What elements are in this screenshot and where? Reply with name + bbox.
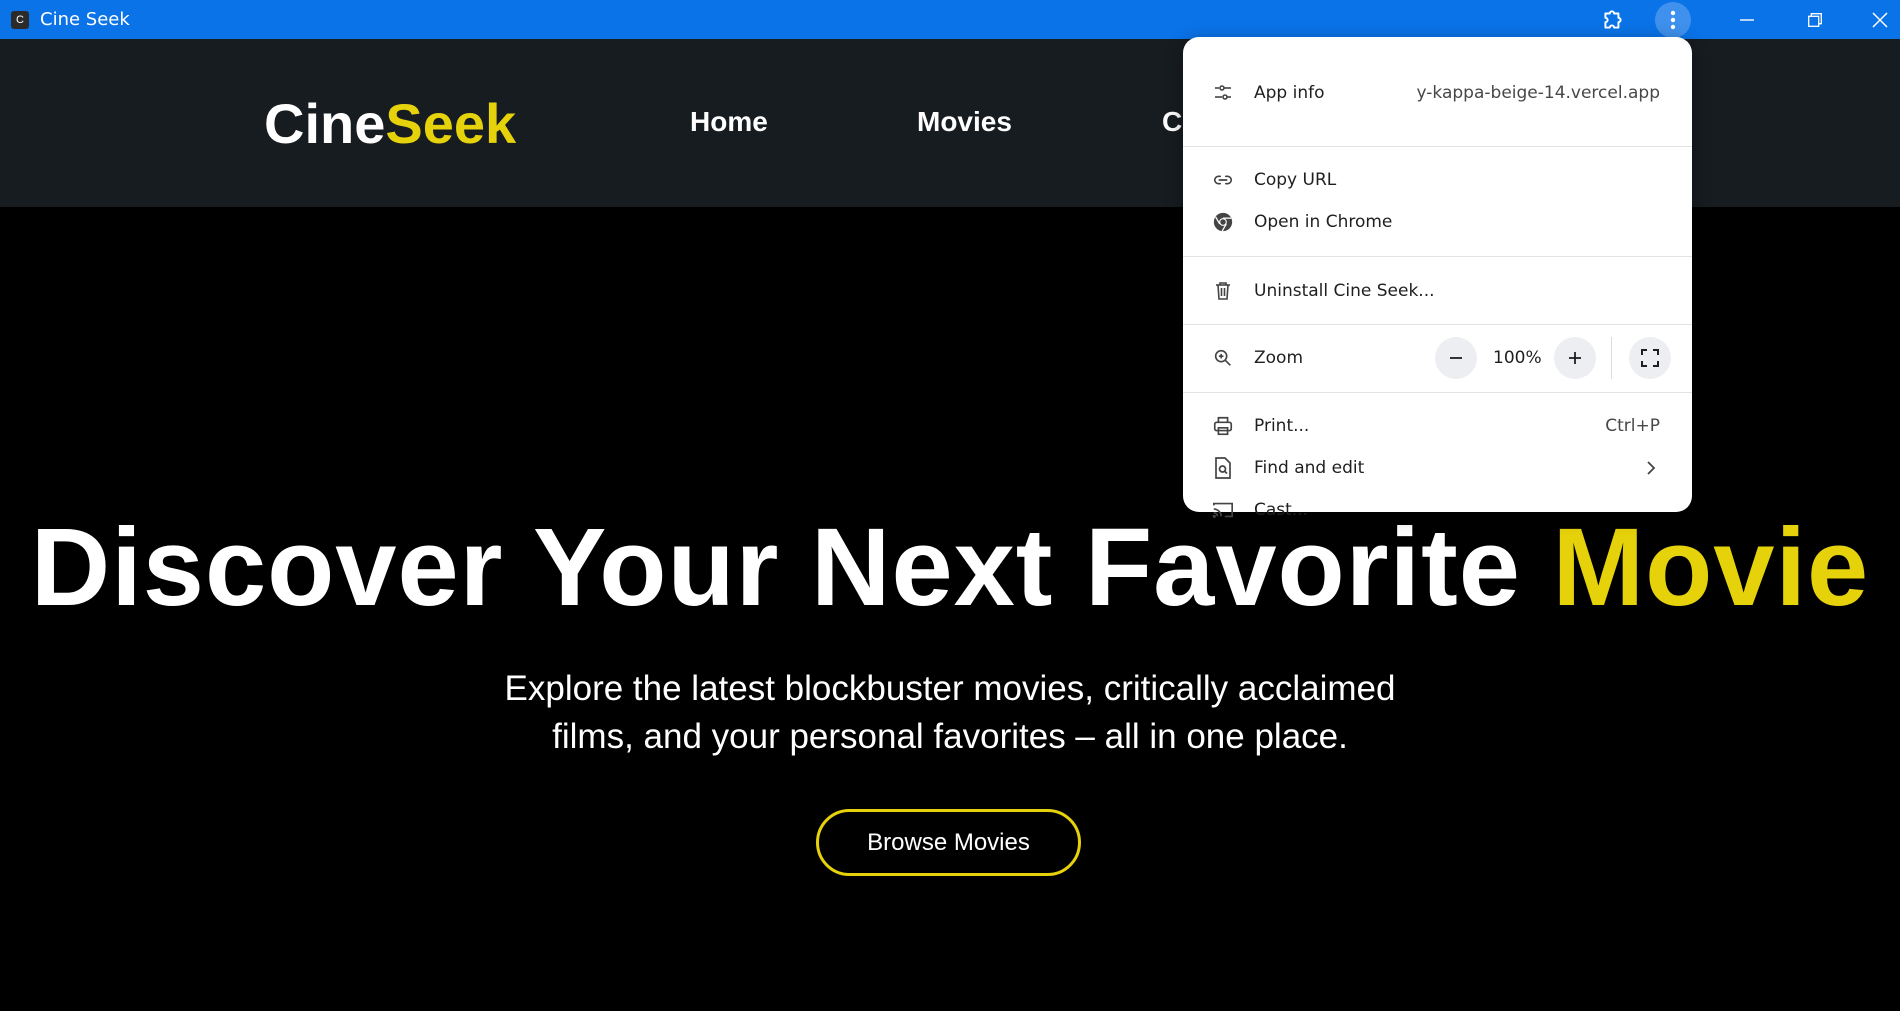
restore-icon — [1808, 12, 1822, 27]
window-title: Cine Seek — [40, 9, 130, 30]
zoom-divider — [1611, 337, 1612, 379]
menu-item-open-in-chrome[interactable]: Open in Chrome — [1183, 201, 1692, 243]
chevron-right-icon — [1646, 461, 1656, 475]
find-and-edit-label: Find and edit — [1254, 458, 1365, 478]
app-info-icon — [1212, 82, 1234, 104]
print-shortcut: Ctrl+P — [1605, 416, 1660, 436]
menu-item-cast[interactable]: Cast... — [1183, 489, 1692, 531]
minimize-button[interactable] — [1724, 0, 1770, 39]
open-in-chrome-label: Open in Chrome — [1254, 212, 1393, 232]
minus-icon — [1449, 351, 1463, 365]
zoom-in-button[interactable] — [1554, 337, 1596, 379]
menu-item-app-info[interactable]: App info y-kappa-beige-14.vercel.app — [1183, 72, 1692, 114]
fullscreen-icon — [1641, 349, 1659, 367]
hero-subtitle-line2: films, and your personal favorites – all… — [552, 717, 1348, 756]
nav-home[interactable]: Home — [690, 106, 768, 138]
app-icon: C — [11, 11, 29, 29]
extensions-button[interactable] — [1593, 0, 1633, 39]
copy-url-label: Copy URL — [1254, 170, 1337, 190]
restore-button[interactable] — [1792, 0, 1838, 39]
app-menu: App info y-kappa-beige-14.vercel.app Cop… — [1183, 37, 1692, 520]
menu-divider — [1183, 392, 1692, 393]
minimize-icon — [1740, 13, 1754, 27]
chrome-icon — [1212, 211, 1234, 233]
browse-movies-button[interactable]: Browse Movies — [816, 809, 1081, 876]
app-menu-button[interactable] — [1653, 0, 1693, 39]
cast-label: Cast... — [1254, 500, 1309, 520]
menu-divider — [1183, 146, 1692, 147]
app-info-label: App info — [1254, 83, 1325, 103]
window-titlebar: C Cine Seek — [0, 0, 1900, 39]
menu-item-find-and-edit[interactable]: Find and edit — [1183, 447, 1692, 489]
menu-item-print[interactable]: Print... Ctrl+P — [1183, 405, 1692, 447]
site-logo[interactable]: CineSeek — [264, 91, 516, 156]
zoom-out-button[interactable] — [1435, 337, 1477, 379]
cast-icon — [1212, 499, 1234, 521]
nav-movies[interactable]: Movies — [917, 106, 1012, 138]
zoom-level: 100% — [1493, 348, 1542, 368]
menu-divider — [1183, 324, 1692, 325]
print-label: Print... — [1254, 416, 1310, 436]
menu-divider — [1183, 256, 1692, 257]
find-page-icon — [1212, 457, 1234, 479]
hero-subtitle: Explore the latest blockbuster movies, c… — [450, 665, 1450, 761]
kebab-menu-icon — [1670, 10, 1676, 30]
logo-accent: Seek — [385, 92, 517, 155]
printer-icon — [1212, 415, 1234, 437]
logo-primary: Cine — [264, 92, 386, 155]
link-icon — [1212, 169, 1234, 191]
menu-item-uninstall[interactable]: Uninstall Cine Seek... — [1183, 270, 1692, 312]
close-icon — [1872, 11, 1888, 28]
fullscreen-button[interactable] — [1629, 337, 1671, 379]
trash-icon — [1212, 280, 1234, 302]
plus-icon — [1568, 351, 1582, 365]
zoom-label: Zoom — [1254, 348, 1304, 368]
zoom-icon — [1212, 347, 1234, 369]
menu-item-copy-url[interactable]: Copy URL — [1183, 159, 1692, 201]
hero-subtitle-line1: Explore the latest blockbuster movies, c… — [504, 669, 1396, 708]
close-button[interactable] — [1860, 0, 1900, 39]
nav-partial-item[interactable]: C — [1162, 106, 1182, 138]
extension-icon — [1600, 7, 1626, 33]
uninstall-label: Uninstall Cine Seek... — [1254, 281, 1435, 301]
app-info-url: y-kappa-beige-14.vercel.app — [1416, 83, 1660, 103]
